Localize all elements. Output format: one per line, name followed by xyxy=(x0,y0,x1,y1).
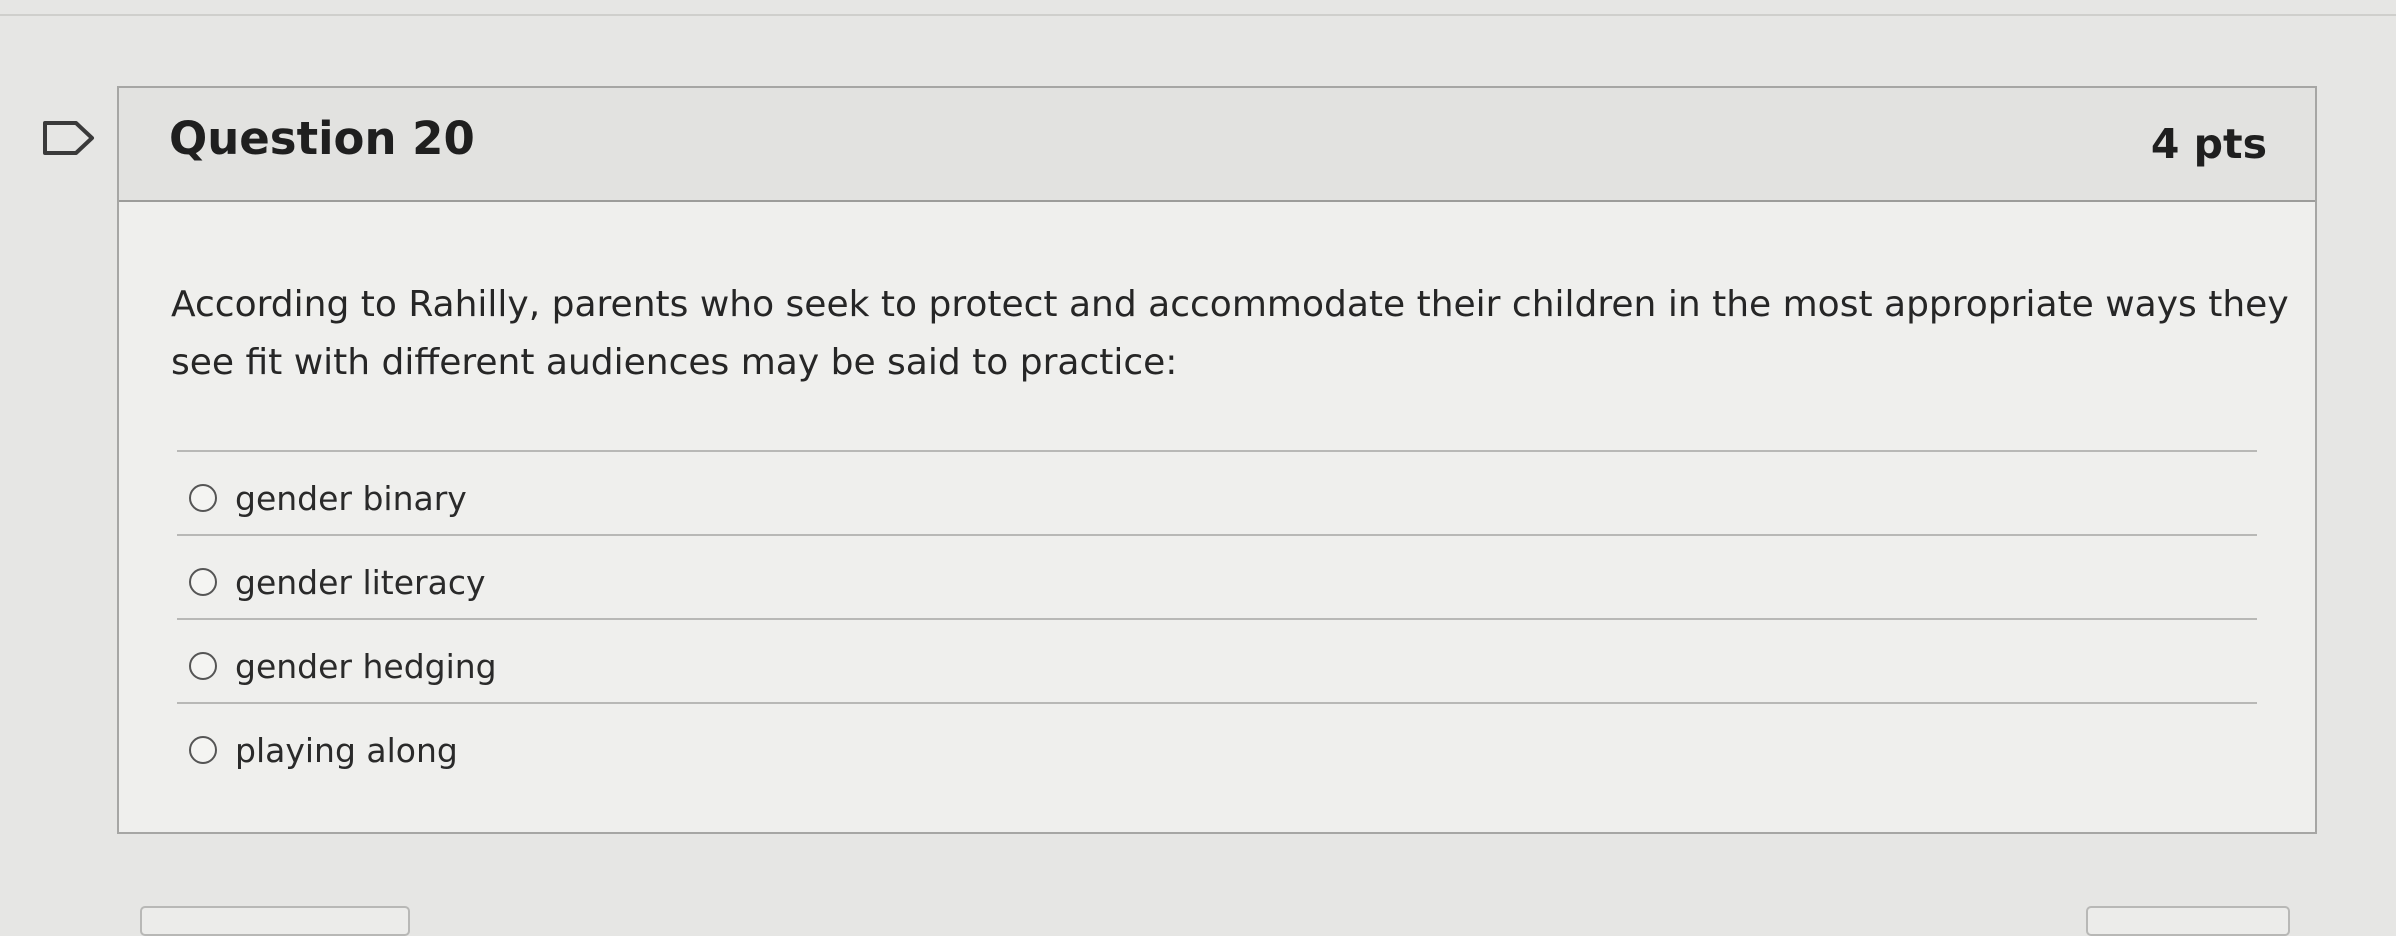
previous-button[interactable] xyxy=(140,906,410,936)
answer-label: gender binary xyxy=(235,478,467,518)
answer-label: playing along xyxy=(235,730,458,770)
answer-divider xyxy=(177,618,2257,620)
next-button[interactable] xyxy=(2086,906,2290,936)
radio-button-icon[interactable] xyxy=(189,484,217,512)
question-header: Question 20 4 pts xyxy=(119,88,2315,202)
question-title: Question 20 xyxy=(169,112,475,165)
answer-option[interactable]: gender hedging xyxy=(189,640,497,692)
question-text: According to Rahilly, parents who seek t… xyxy=(171,284,2289,383)
answer-option[interactable]: gender binary xyxy=(189,472,467,524)
radio-button-icon[interactable] xyxy=(189,568,217,596)
answer-option[interactable]: playing along xyxy=(189,724,458,776)
question-points: 4 pts xyxy=(2150,120,2267,168)
answer-option[interactable]: gender literacy xyxy=(189,556,486,608)
answer-label: gender hedging xyxy=(235,646,497,686)
answer-label: gender literacy xyxy=(235,562,486,602)
radio-button-icon[interactable] xyxy=(189,736,217,764)
question-card: Question 20 4 pts According to Rahilly, … xyxy=(117,86,2317,834)
answers-top-divider xyxy=(177,450,2257,452)
top-divider xyxy=(0,14,2396,16)
radio-button-icon[interactable] xyxy=(189,652,217,680)
answer-divider xyxy=(177,534,2257,536)
flag-question-icon[interactable] xyxy=(42,120,96,156)
answer-divider xyxy=(177,702,2257,704)
